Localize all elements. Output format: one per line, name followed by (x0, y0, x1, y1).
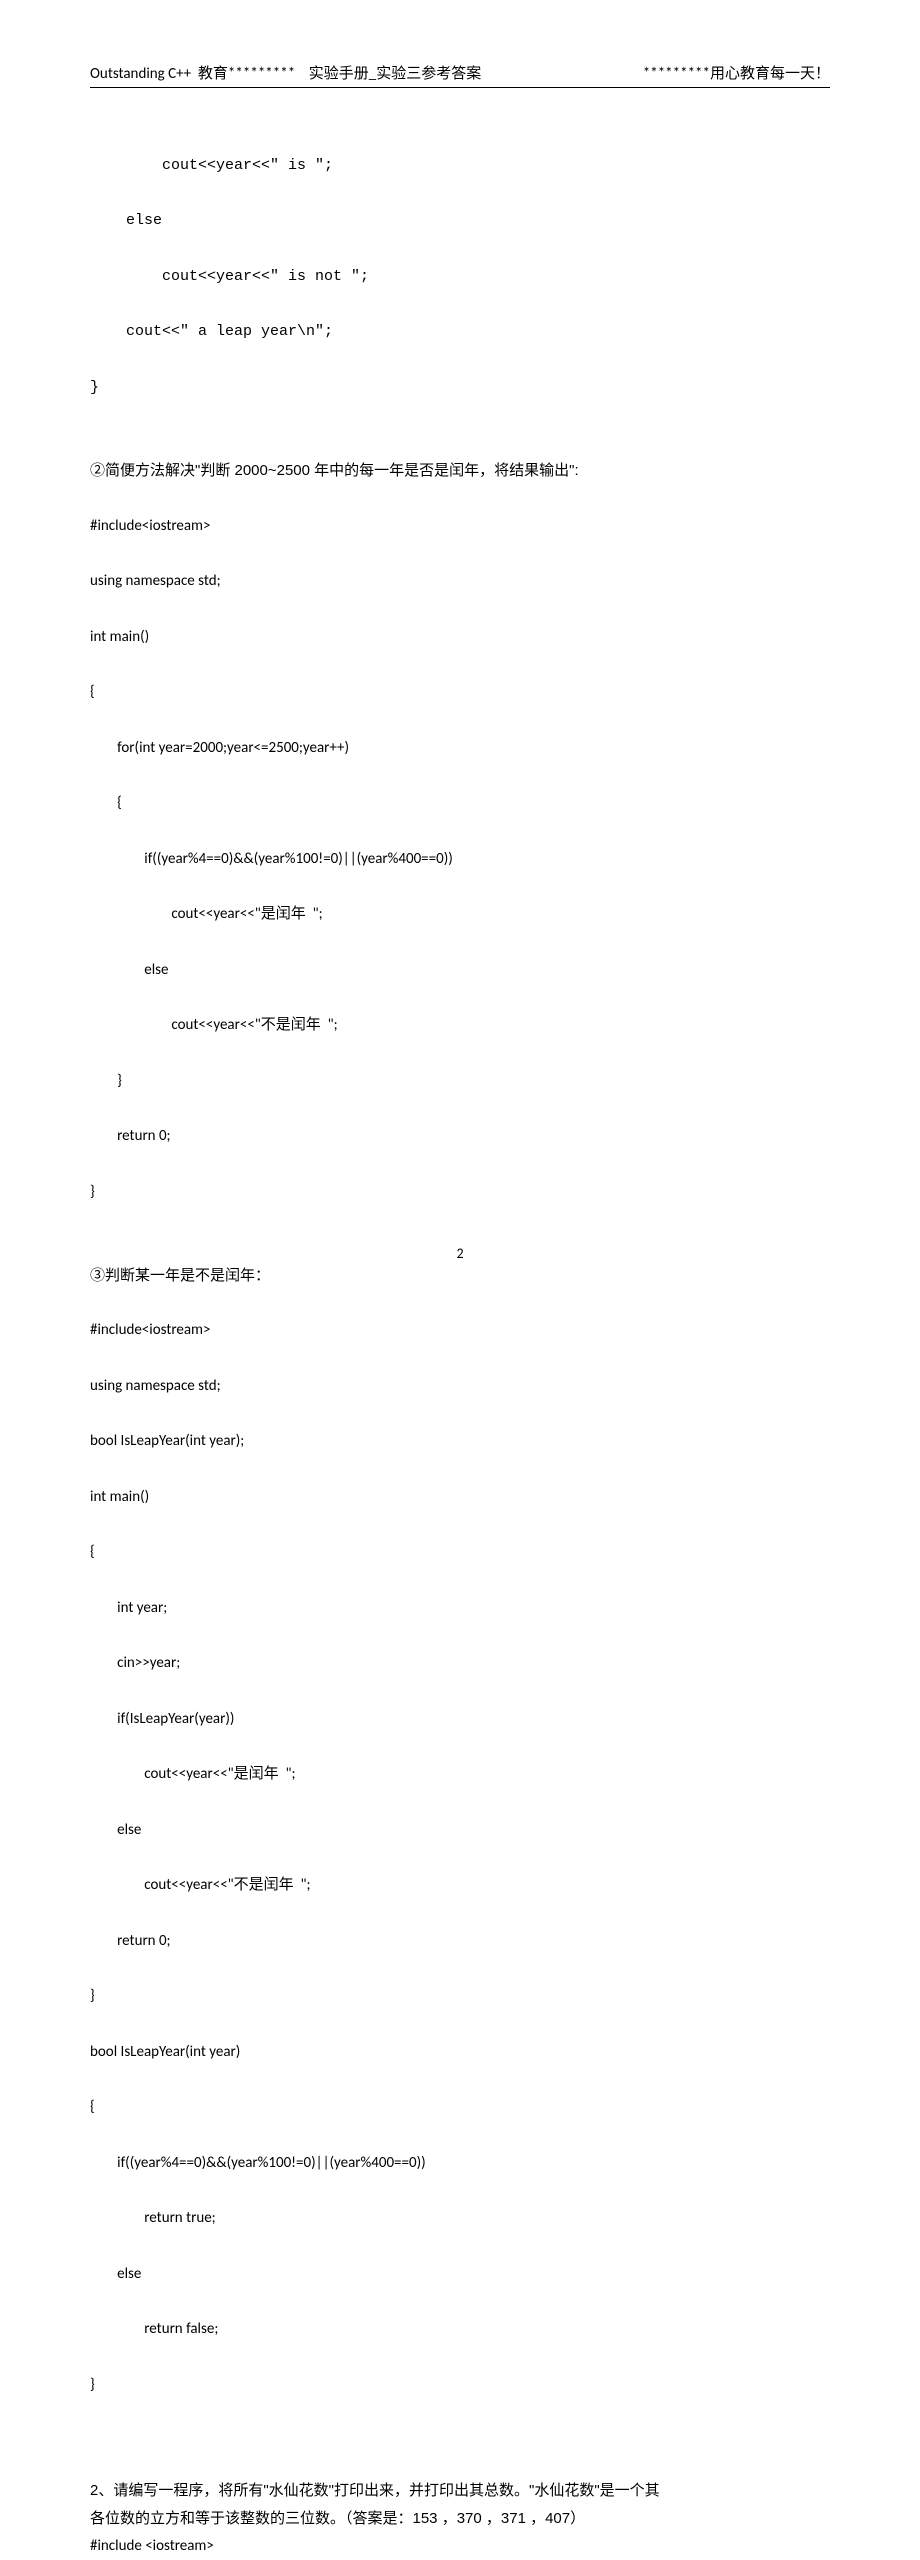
code-line: using namespace std; (90, 1373, 830, 1401)
code-line: } (90, 2372, 830, 2400)
code-line: { (90, 1539, 830, 1567)
code-line: bool IsLeapYear(int year) (90, 2039, 830, 2067)
code-line: return true; (90, 2205, 830, 2233)
note-3: ③判断某一年是不是闰年： (90, 1262, 830, 1290)
code-line: if(IsLeapYear(year)) (90, 1706, 830, 1734)
header-right: *********用心教育每一天！ (643, 62, 830, 83)
code-line: else (90, 2261, 830, 2289)
code-line: } (90, 1983, 830, 2011)
code-line: else (90, 207, 830, 235)
code-line: cout<<year<<"不是闰年 "; (90, 1012, 830, 1040)
code-line: return 0; (90, 1928, 830, 1956)
code-line: bool IsLeapYear(int year); (90, 1428, 830, 1456)
code-line: int year; (90, 1595, 830, 1623)
note-2: ②简便方法解决"判断 2000~2500 年中的每一年是否是闰年，将结果输出": (90, 457, 830, 485)
code-block-1: cout<<year<<" is "; else cout<<year<<" i… (90, 124, 830, 457)
code-line: cout<<year<<"是闰年 "; (90, 1761, 830, 1789)
code-line: cout<<year<<"不是闰年 "; (90, 1872, 830, 1900)
code-line: cout<<year<<"是闰年 "; (90, 901, 830, 929)
code-line: } (90, 1068, 830, 1096)
code-line: } (90, 1179, 830, 1207)
header-left: Outstanding C++ 教育********* 实验手册_实验三参考答案 (90, 62, 481, 83)
code-line: return false; (90, 2316, 830, 2344)
page-number: 2 (0, 1245, 920, 1262)
code-line: for(int year=2000;year<=2500;year++) (90, 735, 830, 763)
code-line: return 0; (90, 1123, 830, 1151)
code-line: else (90, 1817, 830, 1845)
code-line: using namespace std; (90, 568, 830, 596)
question-2-line-2: 各位数的立方和等于该整数的三位数。（答案是：153 ，370 ，371 ，407… (90, 2505, 830, 2533)
code-line: if((year%4==0)&&(year%100!=0)||(year%400… (90, 846, 830, 874)
spacer (90, 2455, 830, 2477)
code-line: cout<<" a leap year\n"; (90, 318, 830, 346)
page-header: Outstanding C++ 教育********* 实验手册_实验三参考答案… (90, 62, 830, 88)
code-line: } (90, 374, 830, 402)
code-line: int main() (90, 1484, 830, 1512)
page-content: cout<<year<<" is "; else cout<<year<<" i… (90, 124, 830, 2560)
code-line: #include<iostream> (90, 513, 830, 541)
document-page: Outstanding C++ 教育********* 实验手册_实验三参考答案… (0, 0, 920, 1302)
code-line: #include<iostream> (90, 1317, 830, 1345)
question-2-code: #include <iostream> (90, 2533, 830, 2560)
code-line: { (90, 790, 830, 818)
code-line: cout<<year<<" is "; (90, 152, 830, 180)
code-line: cin>>year; (90, 1650, 830, 1678)
code-line: if((year%4==0)&&(year%100!=0)||(year%400… (90, 2150, 830, 2178)
question-2-line-1: 2、请编写一程序，将所有"水仙花数"打印出来，并打印出其总数。"水仙花数"是一个… (90, 2477, 830, 2505)
code-block-3: #include<iostream> using namespace std; … (90, 1290, 830, 2456)
code-line: int main() (90, 624, 830, 652)
code-line: cout<<year<<" is not "; (90, 263, 830, 291)
code-block-2: #include<iostream> using namespace std; … (90, 485, 830, 1262)
code-line: { (90, 679, 830, 707)
code-line: { (90, 2094, 830, 2122)
code-line: else (90, 957, 830, 985)
